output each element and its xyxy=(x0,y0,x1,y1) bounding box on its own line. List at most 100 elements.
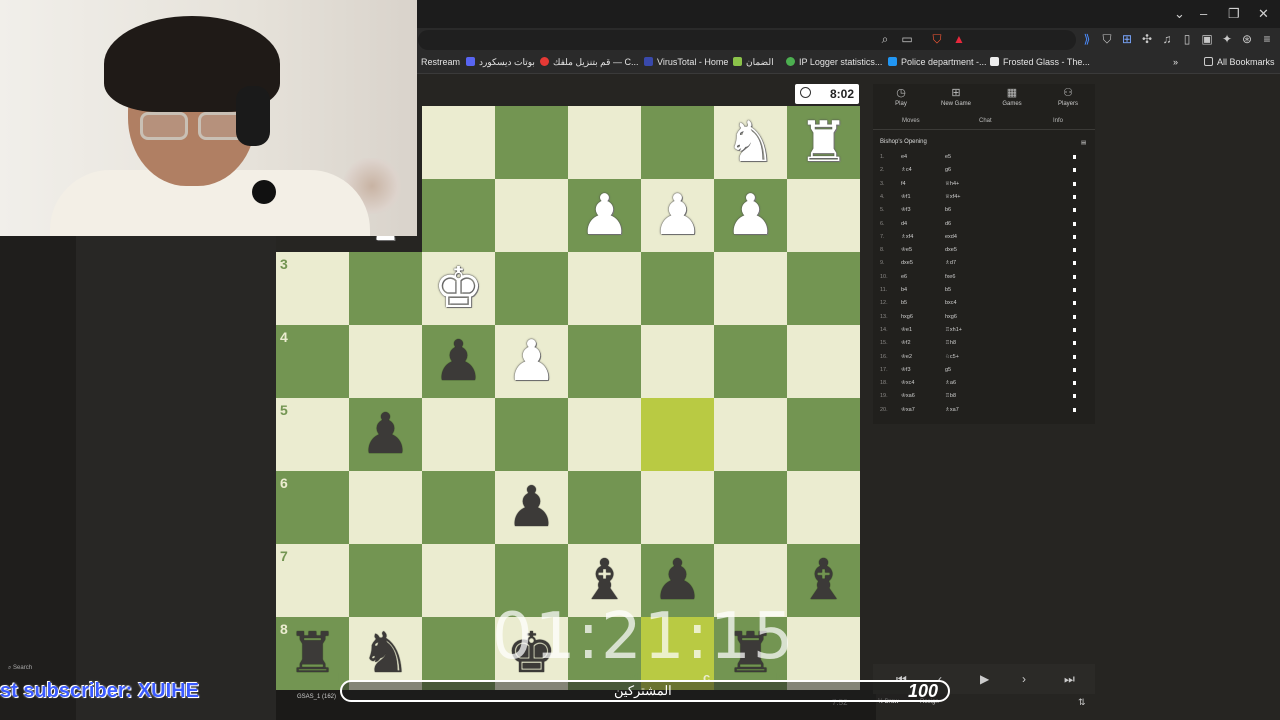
board-square[interactable] xyxy=(349,544,422,617)
flip-icon[interactable]: ⇅ xyxy=(1078,697,1086,708)
board-square[interactable] xyxy=(641,471,714,544)
bookmark-item[interactable]: Restream xyxy=(421,57,460,67)
board-square[interactable] xyxy=(714,252,787,325)
extension-wave-icon[interactable]: ⟫ xyxy=(1080,32,1094,46)
white-move[interactable]: ♔f1 xyxy=(901,194,911,200)
black-move[interactable]: ♖b8 xyxy=(945,393,956,399)
white-piece[interactable]: ♜ xyxy=(787,106,860,179)
minimize-icon[interactable]: – xyxy=(1200,6,1207,21)
white-piece[interactable]: ♟ xyxy=(714,179,787,252)
board-square[interactable] xyxy=(714,471,787,544)
search-label[interactable]: ⌕ Search xyxy=(8,665,32,672)
black-move[interactable]: b6 xyxy=(945,207,951,213)
board-square[interactable] xyxy=(787,471,860,544)
black-piece[interactable]: ♜ xyxy=(276,617,349,690)
board-square[interactable] xyxy=(422,398,495,471)
play-icon[interactable]: ▶ xyxy=(980,672,989,686)
white-piece[interactable]: ♟ xyxy=(641,179,714,252)
leo-ai-icon[interactable]: ✦ xyxy=(1220,32,1234,46)
black-move[interactable]: ♗d7 xyxy=(945,260,956,266)
black-piece[interactable]: ♟ xyxy=(349,398,422,471)
black-move[interactable]: exd4 xyxy=(945,234,957,240)
black-move[interactable]: fxe6 xyxy=(945,274,955,280)
board-square[interactable] xyxy=(422,544,495,617)
black-move[interactable]: ♘c5+ xyxy=(945,354,959,360)
translate-icon[interactable]: ⊞ xyxy=(1120,32,1134,46)
white-move[interactable]: ♔e5 xyxy=(901,247,912,253)
black-move[interactable]: e5 xyxy=(945,154,951,160)
white-move[interactable]: ♗c4 xyxy=(901,167,912,173)
white-move[interactable]: e4 xyxy=(901,154,907,160)
black-piece[interactable]: ♟ xyxy=(495,471,568,544)
black-move[interactable]: d6 xyxy=(945,221,951,227)
board-square[interactable] xyxy=(568,398,641,471)
close-icon[interactable]: ✕ xyxy=(1258,6,1269,22)
board-square[interactable] xyxy=(641,252,714,325)
bookmark-item[interactable]: قم بتنزيل ملفك — C... xyxy=(540,57,638,68)
bookmark-item[interactable]: الضمان xyxy=(733,57,774,68)
white-piece[interactable]: ♚ xyxy=(422,252,495,325)
white-move[interactable]: f4 xyxy=(901,181,906,187)
board-square[interactable] xyxy=(714,398,787,471)
black-move[interactable]: g5 xyxy=(945,367,951,373)
brave-shield-icon[interactable]: ⛉ xyxy=(930,32,944,46)
bookmark-item[interactable]: Frosted Glass - The... xyxy=(990,57,1090,67)
black-move[interactable]: b5 xyxy=(945,287,951,293)
black-move[interactable]: ♖h8 xyxy=(945,340,956,346)
menu-icon[interactable]: ≡ xyxy=(1260,32,1274,46)
extensions-icon[interactable]: ✣ xyxy=(1140,32,1154,46)
tab-games[interactable]: ▦ Games xyxy=(987,86,1037,107)
search-icon[interactable]: ⌕ xyxy=(878,32,892,46)
maximize-icon[interactable]: ❐ xyxy=(1228,6,1240,22)
board-square[interactable] xyxy=(422,471,495,544)
more-bookmarks-icon[interactable]: » xyxy=(1173,57,1178,67)
board-square[interactable] xyxy=(349,325,422,398)
tab-play[interactable]: ◷ Play xyxy=(876,86,926,107)
black-move[interactable]: ♕xf4+ xyxy=(945,194,960,200)
white-piece[interactable]: ♟ xyxy=(568,179,641,252)
bookmark-item[interactable]: VirusTotal - Home xyxy=(644,57,728,67)
board-square[interactable] xyxy=(641,398,714,471)
media-icon[interactable]: ♫ xyxy=(1160,32,1174,46)
black-move[interactable]: ♖xh1+ xyxy=(945,327,962,333)
white-move[interactable]: ♔f3 xyxy=(901,367,911,373)
white-move[interactable]: b4 xyxy=(901,287,907,293)
tab-players[interactable]: ⚇ Players xyxy=(1043,86,1093,107)
black-piece[interactable]: ♟ xyxy=(422,325,495,398)
address-bar[interactable] xyxy=(418,30,1076,50)
white-move[interactable]: ♗xf4 xyxy=(901,234,913,240)
board-square[interactable] xyxy=(787,252,860,325)
white-move[interactable]: ♔xa6 xyxy=(901,393,915,399)
white-piece[interactable]: ♞ xyxy=(714,106,787,179)
subtab-chat[interactable]: Chat xyxy=(979,118,992,124)
white-piece[interactable]: ♟ xyxy=(495,325,568,398)
board-square[interactable] xyxy=(568,106,641,179)
bookmark-item[interactable]: Police department -... xyxy=(888,57,987,67)
next-move-icon[interactable]: › xyxy=(1022,672,1026,686)
screen-icon[interactable]: ▭ xyxy=(900,32,914,46)
vpn-icon[interactable]: ⊛ xyxy=(1240,32,1254,46)
subtab-moves[interactable]: Moves xyxy=(902,118,920,124)
white-move[interactable]: ♔f2 xyxy=(901,340,911,346)
board-square[interactable] xyxy=(495,398,568,471)
board-square[interactable] xyxy=(349,252,422,325)
black-move[interactable]: ♗xa7 xyxy=(945,407,959,413)
white-move[interactable]: hxg6 xyxy=(901,314,913,320)
white-move[interactable]: ♔e2 xyxy=(901,354,912,360)
board-square[interactable] xyxy=(495,179,568,252)
black-move[interactable]: ♕h4+ xyxy=(945,181,959,187)
white-move[interactable]: ♔e1 xyxy=(901,327,912,333)
board-square[interactable] xyxy=(495,252,568,325)
wallet-icon[interactable]: ▣ xyxy=(1200,32,1214,46)
tab-new-game[interactable]: ⊞ New Game xyxy=(931,86,981,107)
board-square[interactable] xyxy=(641,325,714,398)
white-move[interactable]: dxe5 xyxy=(901,260,913,266)
white-move[interactable]: ♔f3 xyxy=(901,207,911,213)
white-move[interactable]: e6 xyxy=(901,274,907,280)
white-move[interactable]: b5 xyxy=(901,300,907,306)
white-move[interactable]: ♔xa7 xyxy=(901,407,915,413)
board-square[interactable] xyxy=(641,106,714,179)
black-move[interactable]: g6 xyxy=(945,167,951,173)
all-bookmarks[interactable]: All Bookmarks xyxy=(1204,57,1275,67)
board-square[interactable] xyxy=(568,471,641,544)
